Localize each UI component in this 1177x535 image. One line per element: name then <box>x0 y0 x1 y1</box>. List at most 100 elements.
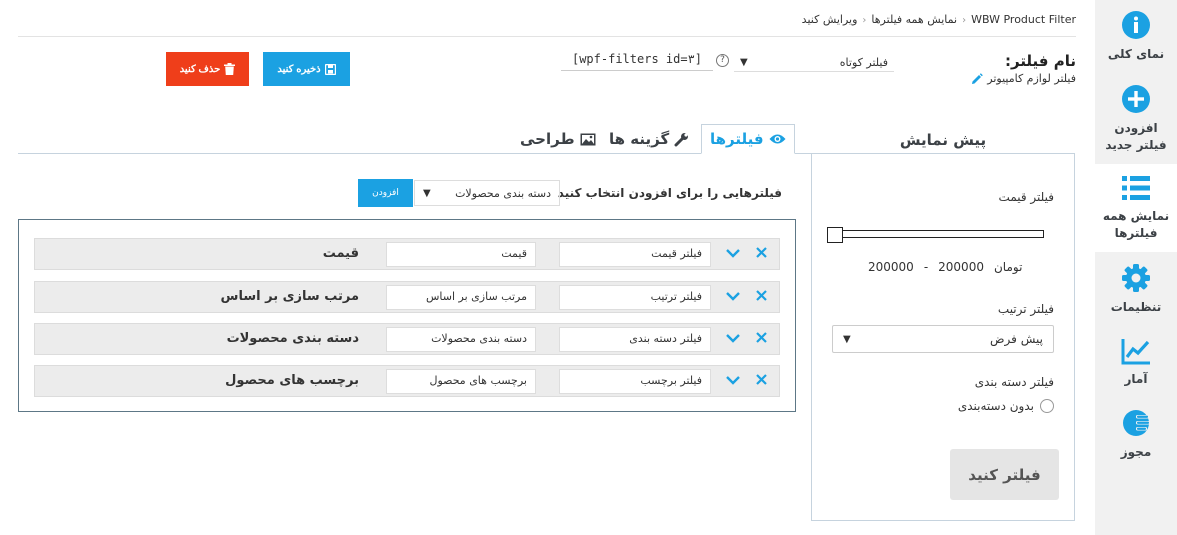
price-range-text: تومان 200000 - 200000 <box>868 260 1022 274</box>
price-from: 200000 <box>938 260 984 274</box>
filter-title-input[interactable]: مرتب سازی بر اساس <box>386 285 536 310</box>
filter-name-label: نام فیلتر: <box>1004 52 1076 70</box>
tab-design-label: طراحی <box>520 130 575 148</box>
filters-list: قیمت فیلتر قیمت قیمت مرتب سازی بر اساس ف… <box>18 219 796 412</box>
sort-select-value: پیش فرض <box>990 332 1043 346</box>
tabs-divider <box>18 153 811 154</box>
tab-design[interactable]: طراحی <box>520 124 596 154</box>
add-filter-label: فیلترهایی را برای افزودن انتخاب کنید <box>557 186 782 200</box>
filter-title-input[interactable]: برچسب های محصول <box>386 369 536 394</box>
plus-icon <box>1122 85 1150 113</box>
filter-row[interactable]: مرتب سازی بر اساس فیلتر ترتیب مرتب سازی … <box>34 281 780 313</box>
filter-name-text: فیلتر لوازم کامپیوتر <box>987 72 1076 85</box>
filter-row-title: برچسب های محصول <box>225 373 359 388</box>
price-separator: - <box>923 260 929 274</box>
close-icon[interactable] <box>755 331 768 344</box>
category-option[interactable]: بدون دسته‌بندی <box>958 399 1054 413</box>
filter-type-select[interactable]: فیلتر کوتاه ▼ <box>734 53 894 72</box>
filter-row[interactable]: قیمت فیلتر قیمت قیمت <box>34 238 780 270</box>
trash-icon <box>224 63 236 75</box>
category-radio[interactable] <box>1040 399 1054 413</box>
tab-filters-label: فیلترها <box>710 130 764 148</box>
sidebar: نمای کلی افزودن فیلتر جدید نمایش همه فیل… <box>1095 0 1177 535</box>
header-divider <box>18 36 1076 37</box>
breadcrumb-all-filters[interactable]: نمایش همه فیلترها <box>871 13 957 26</box>
delete-button-label: حذف کنید <box>179 63 221 75</box>
preview-panel: فیلتر قیمت تومان 200000 - 200000 فیلتر ت… <box>811 153 1075 521</box>
filter-row-title: مرتب سازی بر اساس <box>220 289 359 304</box>
sidebar-item-overview[interactable]: نمای کلی <box>1095 10 1177 63</box>
sidebar-item-label: مجوز <box>1120 445 1152 459</box>
filter-type-value: فیلتر کوتاه <box>839 55 888 69</box>
tab-options[interactable]: گزینه ها <box>609 124 689 154</box>
sidebar-item-settings[interactable]: تنظیمات <box>1095 263 1177 316</box>
price-slider-handle[interactable] <box>827 227 843 243</box>
sidebar-item-license[interactable]: مجوز <box>1095 408 1177 461</box>
filter-label-input[interactable]: فیلتر ترتیب <box>559 285 711 310</box>
price-to: 200000 <box>868 260 914 274</box>
filter-label-input[interactable]: فیلتر دسته بندی <box>559 327 711 352</box>
filter-title-input[interactable]: دسته بندی محصولات <box>386 327 536 352</box>
add-filter-select-value: دسته بندی محصولات <box>455 186 551 200</box>
filter-row-title: دسته بندی محصولات <box>226 331 359 346</box>
breadcrumb-separator-icon: ‹ <box>862 15 867 26</box>
add-filter-select[interactable]: دسته بندی محصولات ▼ <box>414 180 560 206</box>
sidebar-item-stats[interactable]: آمار <box>1095 337 1177 388</box>
breadcrumb: WBW Product Filter ‹ نمایش همه فیلترها ‹ ویر… <box>802 13 1076 26</box>
gear-icon <box>1122 264 1150 292</box>
add-filter-button[interactable]: افزودن <box>358 179 413 207</box>
image-icon <box>580 133 596 145</box>
chevron-down-icon[interactable] <box>725 332 741 344</box>
filter-row-title: قیمت <box>322 246 359 261</box>
category-filter-label: فیلتر دسته بندی <box>974 375 1054 389</box>
sidebar-item-add-filter[interactable]: افزودن فیلتر جدید <box>1095 84 1177 154</box>
list-icon <box>1122 176 1150 200</box>
tab-filters[interactable]: فیلترها <box>701 124 795 154</box>
sidebar-item-label: آمار <box>1124 372 1148 386</box>
filter-name-value[interactable]: فیلتر لوازم کامپیوتر <box>971 72 1076 85</box>
help-icon[interactable]: ? <box>716 54 729 67</box>
sidebar-item-label: افزودن فیلتر جدید <box>1105 121 1167 152</box>
filter-label-input[interactable]: فیلتر برچسب <box>559 369 711 394</box>
price-slider-track[interactable] <box>828 230 1044 238</box>
close-icon[interactable] <box>755 246 768 259</box>
close-icon[interactable] <box>755 289 768 302</box>
tab-options-label: گزینه ها <box>609 130 670 148</box>
info-icon <box>1122 11 1150 39</box>
preview-title: پیش نمایش <box>899 131 987 149</box>
category-option-label: بدون دسته‌بندی <box>957 399 1034 413</box>
chevron-down-icon[interactable] <box>725 374 741 386</box>
sidebar-item-label: نمایش همه فیلترها <box>1102 209 1170 240</box>
save-button-label: ذخیره کنید <box>277 63 321 75</box>
chevron-down-icon[interactable] <box>725 290 741 302</box>
dropdown-arrow-icon: ▼ <box>843 333 851 345</box>
price-currency: تومان <box>993 260 1023 274</box>
filter-row[interactable]: برچسب های محصول فیلتر برچسب برچسب های مح… <box>34 365 780 397</box>
chevron-down-icon[interactable] <box>725 247 741 259</box>
sidebar-item-label: نمای کلی <box>1107 47 1165 61</box>
sort-filter-label: فیلتر ترتیب <box>997 302 1054 316</box>
breadcrumb-home[interactable]: WBW Product Filter <box>971 13 1076 26</box>
wrench-icon <box>674 132 689 146</box>
apply-filter-button[interactable]: فیلتر کنید <box>950 449 1059 500</box>
close-icon[interactable] <box>755 373 768 386</box>
floppy-disk-icon <box>324 63 336 75</box>
pencil-icon[interactable] <box>971 72 984 85</box>
sidebar-item-all-filters[interactable]: نمایش همه فیلترها <box>1095 164 1177 252</box>
chart-icon <box>1121 339 1150 365</box>
price-filter-label: فیلتر قیمت <box>998 190 1054 204</box>
filter-label-input[interactable]: فیلتر قیمت <box>559 242 711 267</box>
save-button[interactable]: ذخیره کنید <box>263 52 350 86</box>
breadcrumb-edit: ویرایش کنید <box>801 13 858 26</box>
delete-button[interactable]: حذف کنید <box>166 52 249 86</box>
shortcode-field[interactable]: [wpf-filters id=٣] <box>561 52 713 71</box>
dropdown-arrow-icon: ▼ <box>740 56 748 68</box>
breadcrumb-separator-icon: ‹ <box>962 15 967 26</box>
license-icon <box>1123 410 1150 436</box>
sort-select[interactable]: پیش فرض ▼ <box>832 325 1054 353</box>
sidebar-item-label: تنظیمات <box>1110 300 1162 314</box>
filter-row[interactable]: دسته بندی محصولات فیلتر دسته بندی دسته ب… <box>34 323 780 355</box>
filter-title-input[interactable]: قیمت <box>386 242 536 267</box>
dropdown-arrow-icon: ▼ <box>423 187 431 199</box>
eye-icon <box>769 134 786 144</box>
